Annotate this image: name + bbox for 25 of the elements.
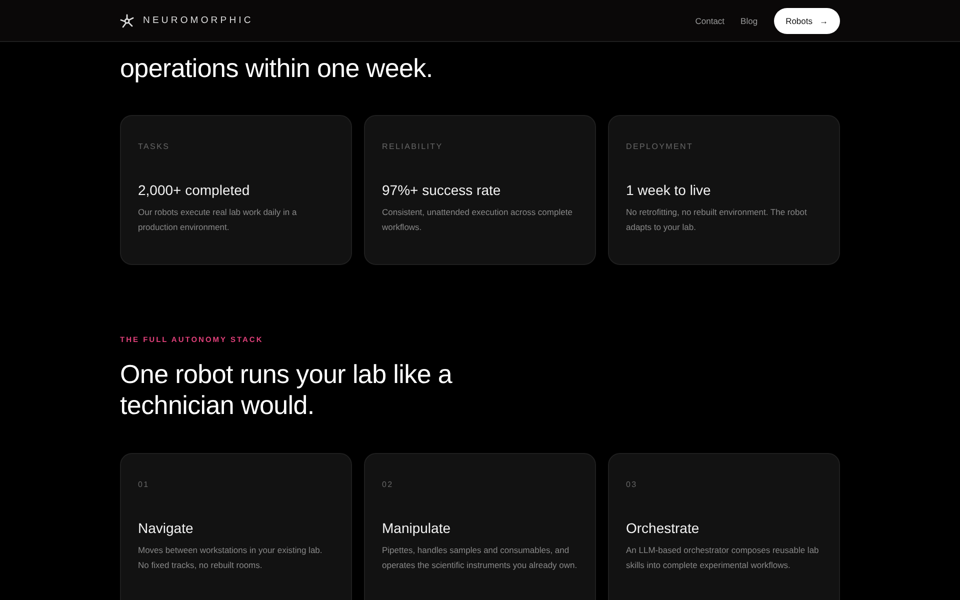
stat-description: Consistent, unattended execution across complete workflows. xyxy=(382,206,574,234)
stat-value: 2,000+ completed xyxy=(138,182,251,198)
stat-label: DEPLOYMENT xyxy=(626,142,694,151)
stat-value: 97%+ success rate xyxy=(382,182,502,198)
feature-number: 02 xyxy=(382,480,394,489)
feature-description: Pipettes, handles samples and consumables, and operates the scientific instruments you already own. xyxy=(382,544,578,572)
section-heading: One robot runs your lab like a technician would. xyxy=(120,359,454,421)
feature-title: Navigate xyxy=(138,520,194,536)
feature-title: Orchestrate xyxy=(626,520,700,536)
feature-description: An LLM-based orchestrator composes reusable lab skills into complete experimental workflows. xyxy=(626,544,820,572)
brand-name: NEUROMORPHIC xyxy=(143,15,254,26)
stat-label: RELIABILITY xyxy=(382,142,444,151)
stat-description: Our robots execute real lab work daily in a production environment. xyxy=(138,206,298,234)
nav-link[interactable]: Contact xyxy=(695,16,725,26)
logo-icon xyxy=(120,14,134,28)
feature-number: 03 xyxy=(626,480,638,489)
feature-title: Manipulate xyxy=(382,520,452,536)
robots-button[interactable]: Robots → xyxy=(774,8,840,34)
stat-value: 1 week to live xyxy=(626,182,712,198)
nav-link[interactable]: Blog xyxy=(740,16,758,26)
feature-number: 01 xyxy=(138,480,150,489)
stat-label: TASKS xyxy=(138,142,171,151)
feature-description: Moves between workstations in your existing lab. No fixed tracks, no rebuilt rooms. xyxy=(138,544,324,572)
hero-heading: operations within one week. xyxy=(120,53,434,84)
stat-description: No retrofitting, no rebuilt environment. The robot adapts to your lab. xyxy=(626,206,808,234)
